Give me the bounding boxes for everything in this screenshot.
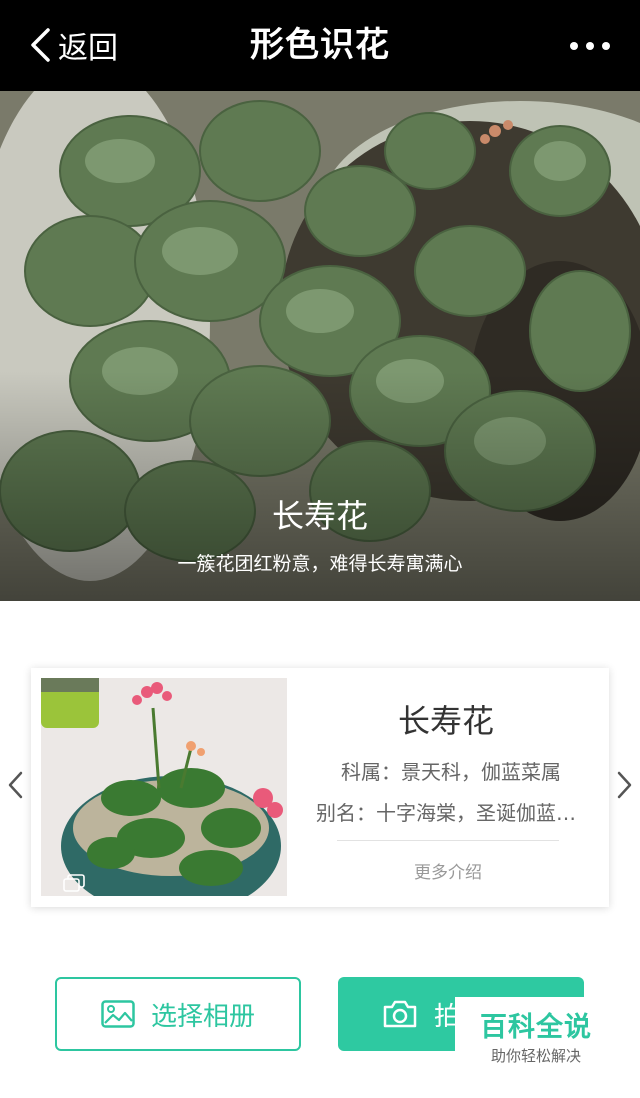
plant-family: 科属：景天科，伽蓝菜属: [341, 760, 561, 784]
hero-plant-name: 长寿花: [271, 497, 368, 535]
watermark-sub: 助你轻松解决: [490, 1047, 581, 1065]
plant-thumbnail: [41, 678, 287, 896]
more-dots-icon[interactable]: [570, 36, 610, 56]
watermark-main: 百科全说: [480, 1012, 592, 1043]
select-album-button[interactable]: 选择相册: [55, 977, 301, 1051]
plant-alias: 别名：十字海棠，圣诞伽蓝…: [316, 801, 576, 825]
camera-icon: [383, 1000, 417, 1028]
plant-name: 长寿花: [397, 702, 494, 740]
chevron-left-icon[interactable]: [6, 768, 26, 802]
divider: [337, 840, 559, 841]
image-icon: [101, 1000, 135, 1028]
chevron-right-icon[interactable]: [614, 768, 634, 802]
hero-tagline: 一簇花团红粉意，难得长寿寓满心: [177, 553, 463, 575]
hero-plant-image: 长寿花 一簇花团红粉意，难得长寿寓满心: [0, 91, 640, 601]
page-title: 形色识花: [250, 25, 390, 65]
watermark-logo: 百科全说 助你轻松解决: [455, 997, 617, 1073]
top-bar: 返回 形色识花: [0, 0, 640, 91]
gallery-stack-icon: [63, 874, 85, 892]
select-album-label: 选择相册: [151, 1001, 256, 1032]
more-info-link[interactable]: 更多介绍: [337, 858, 559, 883]
plant-result-card[interactable]: 长寿花 科属：景天科，伽蓝菜属 别名：十字海棠，圣诞伽蓝… 更多介绍: [31, 668, 609, 907]
thumbnail-photo: [41, 678, 287, 896]
